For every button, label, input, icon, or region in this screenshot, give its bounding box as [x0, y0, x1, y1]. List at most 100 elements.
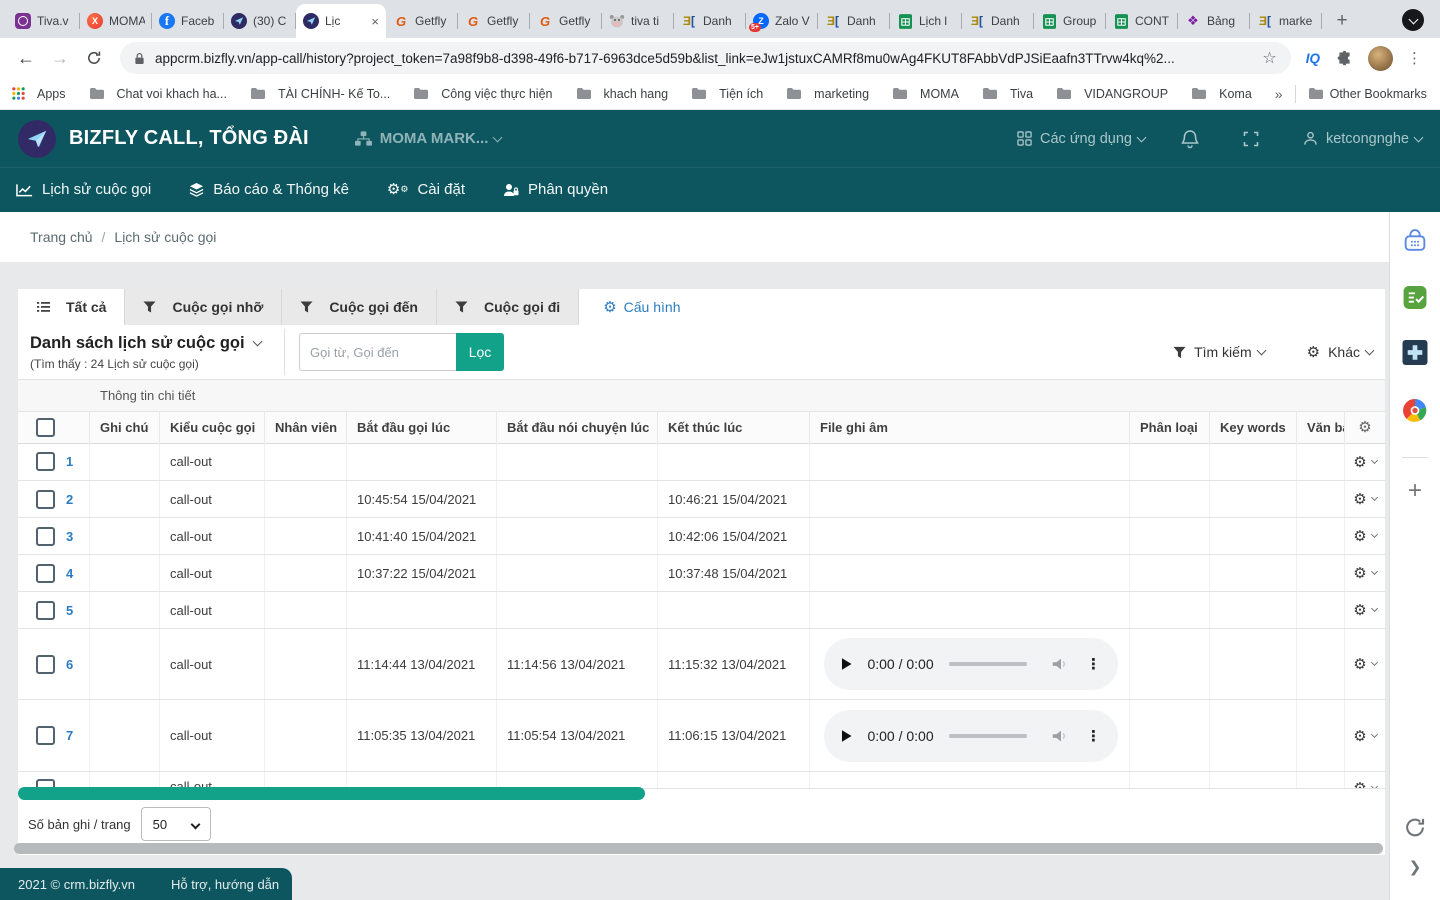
address-bar[interactable]: appcrm.bizfly.vn/app-call/history?projec…: [120, 42, 1291, 74]
browser-tab[interactable]: (30) C: [224, 4, 296, 38]
bookmark-folder[interactable]: marketing: [786, 87, 869, 101]
list-title-dropdown[interactable]: Danh sách lịch sử cuộc gọi: [30, 334, 272, 353]
browser-tab[interactable]: GGetfly: [458, 4, 530, 38]
row-checkbox[interactable]: [36, 490, 55, 509]
bookmark-folder[interactable]: Tiva: [982, 87, 1033, 101]
browser-tab[interactable]: Group: [1034, 4, 1106, 38]
sidebar-expand-button[interactable]: ❯: [1409, 858, 1422, 876]
filter-button[interactable]: Lọc: [456, 333, 504, 371]
bookmark-star-icon[interactable]: ☆: [1262, 48, 1276, 68]
profile-avatar[interactable]: [1368, 46, 1393, 71]
row-checkbox[interactable]: [36, 655, 55, 674]
back-button[interactable]: ←: [12, 44, 40, 72]
tab-missed-calls[interactable]: Cuộc gọi nhỡ: [125, 289, 282, 325]
browser-tab[interactable]: Lịc×: [296, 4, 386, 38]
nav-call-history[interactable]: Lịch sử cuộc gọi: [16, 181, 151, 198]
play-icon[interactable]: [841, 657, 852, 671]
support-link[interactable]: Hỗ trợ, hướng dẫn: [171, 877, 279, 892]
audio-progress-bar[interactable]: [949, 734, 1027, 738]
new-tab-button[interactable]: +: [1328, 7, 1356, 35]
tab-all[interactable]: Tất cả: [18, 289, 125, 325]
fullscreen-button[interactable]: [1243, 131, 1267, 147]
sidebar-add-button[interactable]: +: [1408, 479, 1422, 503]
tab-outgoing-calls[interactable]: Cuộc gọi đi: [437, 289, 579, 325]
search-menu-button[interactable]: Tìm kiếm: [1173, 344, 1265, 360]
row-settings-button[interactable]: ⚙: [1353, 564, 1376, 582]
page-horizontal-scrollbar[interactable]: [14, 843, 1383, 854]
search-input[interactable]: [299, 333, 456, 371]
page-size-select[interactable]: 50: [141, 807, 211, 841]
header-settings-cell[interactable]: ⚙: [1345, 412, 1385, 443]
audio-menu-icon[interactable]: ⋮: [1086, 655, 1101, 673]
browser-tab[interactable]: fFaceb: [152, 4, 224, 38]
sidebar-refresh-button[interactable]: [1404, 816, 1427, 839]
play-icon[interactable]: [841, 729, 852, 743]
more-menu-button[interactable]: ⚙ Khác: [1307, 344, 1373, 360]
iq-extension-icon[interactable]: IQ: [1306, 51, 1320, 66]
browser-tab[interactable]: XMOMA: [80, 4, 152, 38]
browser-tab[interactable]: Tiva.v: [8, 4, 80, 38]
close-icon[interactable]: ×: [371, 15, 379, 28]
nav-reports[interactable]: Báo cáo & Thống kê: [189, 181, 349, 198]
bizfly-logo[interactable]: [18, 120, 56, 158]
bag-icon[interactable]: [1402, 227, 1429, 254]
row-checkbox[interactable]: [36, 601, 55, 620]
config-link[interactable]: ⚙Cấu hình: [603, 289, 680, 325]
apps-menu-button[interactable]: Các ứng dụng: [1017, 131, 1145, 147]
bookmark-folder[interactable]: Koma: [1191, 87, 1252, 101]
row-settings-button[interactable]: ⚙: [1353, 453, 1376, 471]
row-checkbox[interactable]: [36, 564, 55, 583]
bookmarks-overflow-button[interactable]: »: [1275, 86, 1283, 102]
plus-tile-icon[interactable]: [1403, 340, 1428, 365]
breadcrumb-home[interactable]: Trang chủ: [30, 229, 93, 245]
browser-tab[interactable]: Ǝ[Danh: [962, 4, 1034, 38]
audio-player[interactable]: 0:00 / 0:00⋮: [824, 638, 1118, 690]
bookmark-folder[interactable]: MOMA: [892, 87, 959, 101]
browser-tab[interactable]: Z5+Zalo V: [746, 4, 818, 38]
row-settings-button[interactable]: ⚙: [1353, 779, 1376, 788]
browser-tab[interactable]: GGetfly: [530, 4, 602, 38]
browser-tab[interactable]: ❖Bảng: [1178, 4, 1250, 38]
row-settings-button[interactable]: ⚙: [1353, 490, 1376, 508]
browser-tab[interactable]: CONT: [1106, 4, 1178, 38]
row-settings-button[interactable]: ⚙: [1353, 727, 1376, 745]
nav-permissions[interactable]: Phân quyền: [503, 181, 608, 198]
select-all-checkbox[interactable]: [36, 418, 55, 437]
row-checkbox[interactable]: [36, 726, 55, 745]
forward-button[interactable]: →: [46, 44, 74, 72]
bookmark-apps[interactable]: Apps: [12, 87, 66, 101]
bookmark-folder[interactable]: Tiện ích: [691, 87, 763, 101]
browser-tab[interactable]: Ǝ[Danh: [818, 4, 890, 38]
browser-menu-icon[interactable]: ⋮: [1407, 49, 1422, 67]
notifications-button[interactable]: [1181, 129, 1207, 149]
bookmark-folder[interactable]: Chat voi khach ha...: [89, 87, 227, 101]
tasks-icon[interactable]: [1403, 285, 1428, 310]
color-wheel-icon[interactable]: [1403, 398, 1428, 423]
reload-button[interactable]: [80, 44, 108, 72]
row-settings-button[interactable]: ⚙: [1353, 527, 1376, 545]
audio-player[interactable]: 0:00 / 0:00⋮: [824, 710, 1118, 762]
volume-icon[interactable]: [1051, 728, 1069, 744]
browser-tab[interactable]: Ǝ[marke: [1250, 4, 1322, 38]
bookmark-folder[interactable]: khach hang: [576, 87, 669, 101]
browser-tab[interactable]: Lịch l: [890, 4, 962, 38]
other-bookmarks-button[interactable]: Other Bookmarks: [1308, 87, 1427, 101]
volume-icon[interactable]: [1051, 656, 1069, 672]
bookmark-folder[interactable]: Công việc thực hiện: [413, 87, 552, 101]
row-settings-button[interactable]: ⚙: [1353, 601, 1376, 619]
tab-incoming-calls[interactable]: Cuộc gọi đến: [282, 289, 437, 325]
row-checkbox[interactable]: [36, 452, 55, 471]
org-selector[interactable]: MOMA MARK...: [355, 130, 502, 147]
browser-tab[interactable]: tiva ti: [602, 4, 674, 38]
table-horizontal-scrollbar[interactable]: [18, 787, 645, 800]
audio-progress-bar[interactable]: [949, 662, 1027, 666]
audio-menu-icon[interactable]: ⋮: [1086, 727, 1101, 745]
row-checkbox[interactable]: [36, 527, 55, 546]
nav-settings[interactable]: ⚙⚙Cài đặt: [387, 181, 465, 198]
user-menu-button[interactable]: ketcongnghe: [1303, 131, 1422, 147]
extensions-puzzle-icon[interactable]: [1336, 50, 1353, 67]
row-settings-button[interactable]: ⚙: [1353, 655, 1376, 673]
browser-tab[interactable]: GGetfly: [386, 4, 458, 38]
browser-tab[interactable]: Ǝ[Danh: [674, 4, 746, 38]
bookmark-folder[interactable]: TÀI CHÍNH- Kế To...: [250, 87, 390, 101]
